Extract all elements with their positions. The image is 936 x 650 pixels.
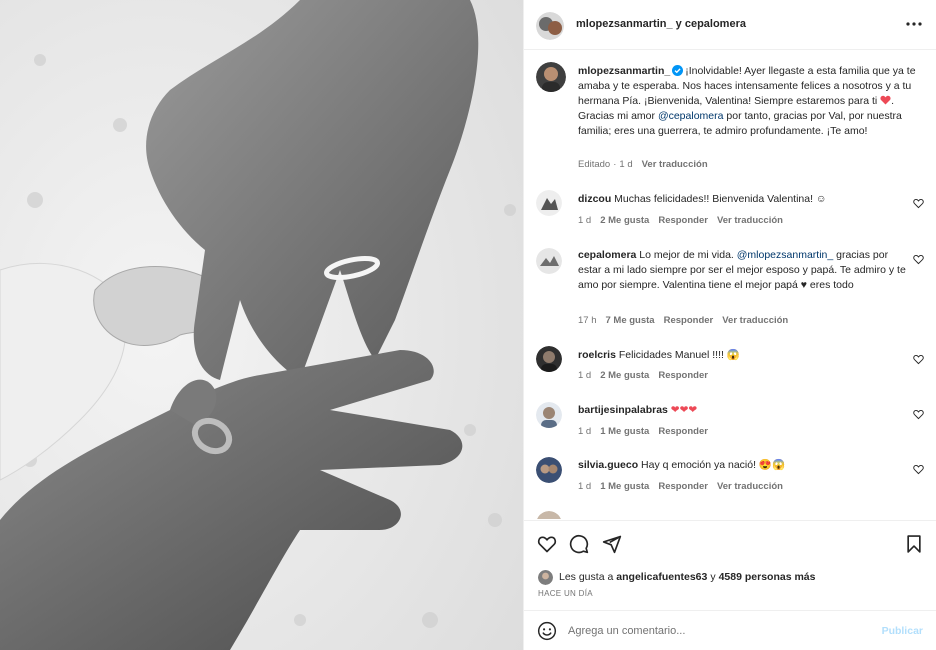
author-username[interactable]: mlopezsanmartin_	[576, 18, 673, 30]
comment-avatar[interactable]	[536, 402, 562, 428]
comment-body: ❤❤❤	[670, 404, 698, 416]
comment-text: silvia.gueco Hay q emoción ya nació! 😍😱	[578, 458, 908, 473]
liker-avatar[interactable]	[538, 569, 553, 585]
verified-badge-icon	[672, 65, 684, 76]
comment-body-a: Lo mejor de mi vida.	[639, 249, 737, 261]
add-comment-bar: Publicar	[524, 610, 936, 650]
likes-summary: Les gusta a angelicafuentes63 y 4589 per…	[538, 569, 816, 585]
heart-icon[interactable]	[537, 534, 557, 554]
author-avatar[interactable]	[536, 12, 564, 40]
reply-button[interactable]: Responder	[658, 370, 708, 381]
reply-button[interactable]: Responder	[658, 215, 708, 226]
comment-body: Felicidades Manuel !!!! 😱	[618, 349, 740, 361]
comment-input[interactable]	[568, 621, 868, 641]
instagram-post-modal: mlopezsanmartin_ y cepalomera mlopezsanm…	[0, 0, 936, 650]
reply-button[interactable]: Responder	[664, 315, 714, 326]
more-horizontal-icon[interactable]	[905, 16, 923, 32]
caption-translate-link[interactable]: Ver traducción	[642, 159, 708, 170]
comment-likes[interactable]: 1 Me gusta	[600, 481, 649, 492]
comment-likes[interactable]: 2 Me gusta	[600, 370, 649, 381]
caption-edited: Editado	[578, 159, 611, 170]
post-timestamp[interactable]: HACE UN DÍA	[538, 589, 593, 598]
reply-button[interactable]: Responder	[658, 481, 708, 492]
post-header: mlopezsanmartin_ y cepalomera	[524, 0, 936, 50]
comment-heart-icon[interactable]	[913, 464, 924, 475]
comment-meta: 1 d 1 Me gusta Responder Ver traducción	[578, 481, 792, 492]
comment-likes[interactable]: 1 Me gusta	[600, 426, 649, 437]
comment-avatar[interactable]	[536, 248, 562, 274]
comment-likes[interactable]: 2 Me gusta	[600, 215, 649, 226]
comment-heart-icon[interactable]	[913, 354, 924, 365]
comment-heart-icon[interactable]	[913, 254, 924, 265]
comment-avatar[interactable]	[536, 346, 562, 372]
red-heart-icon	[880, 95, 891, 105]
comment-time[interactable]: 1 d	[578, 481, 591, 492]
post-image	[0, 0, 523, 650]
comment-text: bartijesinpalabras ❤❤❤	[578, 403, 908, 418]
post-authors: mlopezsanmartin_ y cepalomera	[576, 18, 746, 30]
comment-time[interactable]: 1 d	[578, 215, 591, 226]
comment-text: roelcris Felicidades Manuel !!!! 😱	[578, 348, 908, 363]
comment-body: Hay q emoción ya nació! 😍😱	[641, 459, 786, 471]
caption-mention[interactable]: @cepalomera	[658, 110, 724, 122]
comment-time[interactable]: 1 d	[578, 370, 591, 381]
comment-avatar-partial	[536, 511, 562, 519]
author-separator: y	[672, 18, 685, 30]
translate-link[interactable]: Ver traducción	[717, 215, 783, 226]
comment-username[interactable]: cepalomera	[578, 249, 636, 261]
caption-avatar[interactable]	[536, 62, 566, 92]
likes-and: y	[710, 571, 716, 583]
liker-username[interactable]: angelicafuentes63	[616, 571, 707, 583]
reply-button[interactable]: Responder	[658, 426, 708, 437]
comment-meta: 17 h 7 Me gusta Responder Ver traducción	[578, 315, 797, 326]
send-icon[interactable]	[602, 534, 622, 554]
comment-avatar[interactable]	[536, 457, 562, 483]
comment-meta: 1 d 2 Me gusta Responder	[578, 370, 717, 381]
post-photo	[0, 0, 523, 650]
comment-likes[interactable]: 7 Me gusta	[606, 315, 655, 326]
caption-dot: ·	[613, 159, 617, 170]
smile-icon[interactable]	[537, 621, 557, 641]
comment-username[interactable]: dizcou	[578, 193, 611, 205]
comment-avatar[interactable]	[536, 190, 562, 216]
likes-count[interactable]: 4589 personas más	[719, 571, 816, 583]
comment-time[interactable]: 17 h	[578, 315, 597, 326]
comment-username[interactable]: roelcris	[578, 349, 616, 361]
translate-link[interactable]: Ver traducción	[722, 315, 788, 326]
comment-body: Muchas felicidades!! Bienvenida Valentin…	[614, 193, 827, 205]
comment-username[interactable]: bartijesinpalabras	[578, 404, 668, 416]
translate-link[interactable]: Ver traducción	[717, 481, 783, 492]
comment-icon[interactable]	[569, 534, 589, 554]
caption-username[interactable]: mlopezsanmartin_	[578, 65, 670, 77]
likes-prefix: Les gusta a	[559, 571, 614, 583]
comment-heart-icon[interactable]	[913, 198, 924, 209]
bookmark-icon[interactable]	[904, 534, 924, 554]
comments-section[interactable]: mlopezsanmartin_ ¡Inolvidable! Ayer llega…	[524, 51, 936, 519]
comment-username[interactable]: silvia.gueco	[578, 459, 638, 471]
caption-time[interactable]: 1 d	[619, 159, 632, 170]
coauthor-username[interactable]: cepalomera	[685, 18, 746, 30]
post-caption: mlopezsanmartin_ ¡Inolvidable! Ayer llega…	[578, 64, 924, 139]
comment-meta: 1 d 1 Me gusta Responder	[578, 426, 717, 437]
caption-meta: Editado · 1 d Ver traducción	[578, 159, 717, 170]
comment-text: dizcou Muchas felicidades!! Bienvenida V…	[578, 192, 908, 207]
publish-button[interactable]: Publicar	[882, 625, 923, 637]
comment-meta: 1 d 2 Me gusta Responder Ver traducción	[578, 215, 792, 226]
comment-mention[interactable]: @mlopezsanmartin_	[737, 249, 833, 261]
comment-time[interactable]: 1 d	[578, 426, 591, 437]
comment-heart-icon[interactable]	[913, 409, 924, 420]
comment-text: cepalomera Lo mejor de mi vida. @mlopezs…	[578, 248, 908, 293]
post-side-panel: mlopezsanmartin_ y cepalomera mlopezsanm…	[523, 0, 936, 650]
